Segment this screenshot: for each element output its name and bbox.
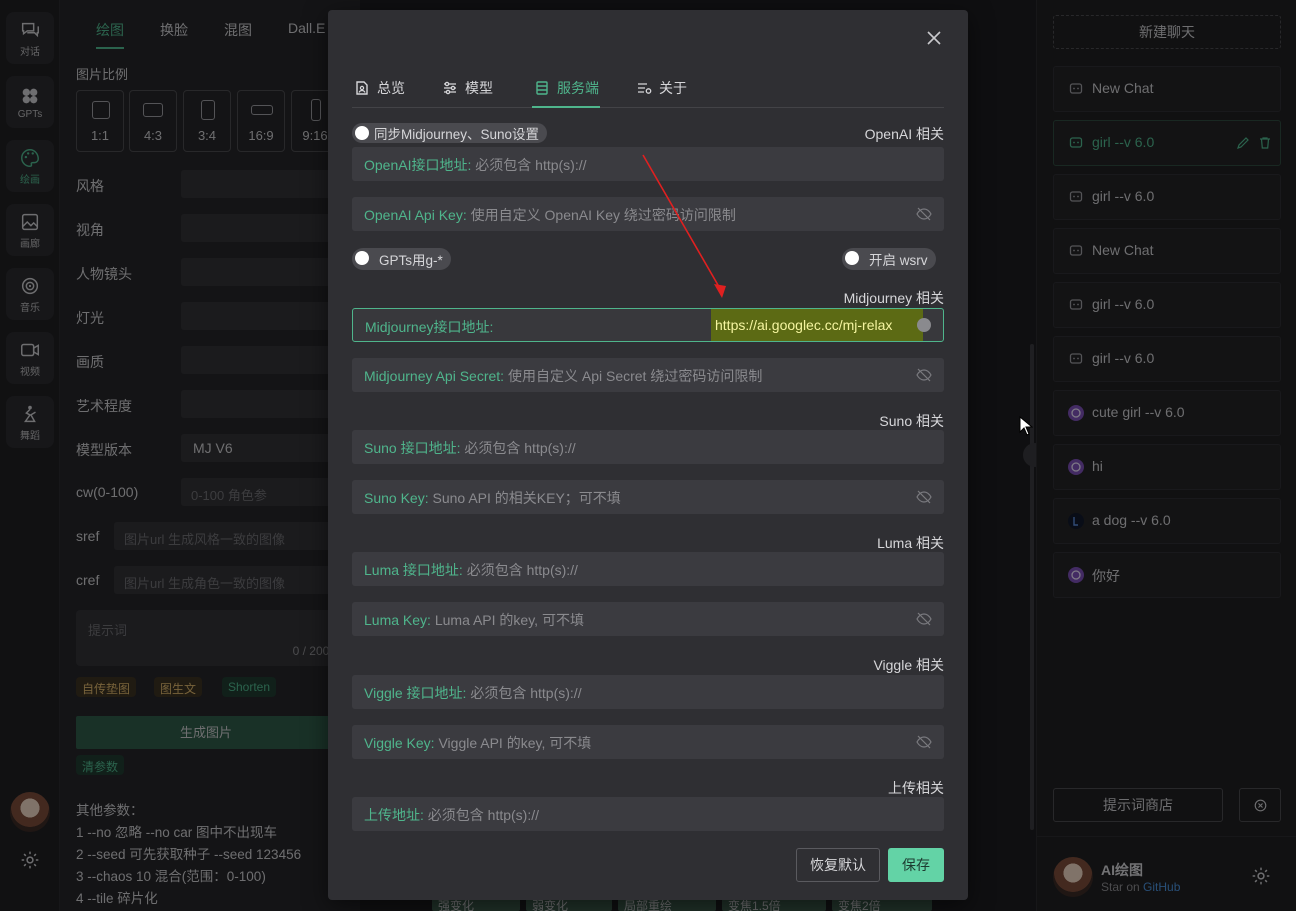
suno-url-field[interactable]: Suno 接口地址: 必须包含 http(s):// bbox=[352, 430, 944, 464]
luma-section-title: Luma 相关 bbox=[877, 535, 944, 551]
server-icon bbox=[536, 81, 548, 95]
settings-modal: 总览 模型 服务端 关于 同步Midjourney、Suno设置 OpenAI … bbox=[328, 10, 968, 900]
gpts-toggle[interactable]: GPTs用g-* bbox=[352, 248, 451, 270]
tab-about-label: 关于 bbox=[659, 80, 687, 96]
field-placeholder: 必须包含 http(s):// bbox=[466, 562, 578, 578]
midjourney-secret-field[interactable]: Midjourney Api Secret: 使用自定义 Api Secret … bbox=[352, 358, 944, 392]
overview-icon bbox=[356, 81, 368, 95]
field-label: OpenAI接口地址: 必须包含 http(s):// bbox=[364, 155, 587, 175]
field-label-text: Luma Key: bbox=[364, 612, 431, 628]
openai-section-title: OpenAI 相关 bbox=[864, 126, 944, 142]
field-placeholder: Suno API 的相关KEY；可不填 bbox=[432, 490, 621, 506]
viggle-section-title: Viggle 相关 bbox=[873, 657, 944, 673]
field-label-text: Suno 接口地址: bbox=[364, 440, 461, 456]
field-placeholder: Luma API 的key, 可不填 bbox=[434, 612, 584, 628]
field-label: OpenAI Api Key: 使用自定义 OpenAI Key 绕过密码访问限… bbox=[364, 205, 736, 225]
field-label: Luma Key: Luma API 的key, 可不填 bbox=[364, 610, 584, 630]
field-label-text: Viggle 接口地址: bbox=[364, 685, 467, 701]
field-label: Viggle 接口地址: 必须包含 http(s):// bbox=[364, 683, 582, 703]
field-label-text: Suno Key: bbox=[364, 490, 429, 506]
midjourney-url-field[interactable]: Midjourney接口地址: https://ai.googlec.cc/mj-… bbox=[352, 308, 944, 342]
eye-off-icon[interactable] bbox=[916, 368, 932, 382]
eye-off-icon[interactable] bbox=[916, 207, 932, 221]
field-label: Suno Key: Suno API 的相关KEY；可不填 bbox=[364, 488, 621, 508]
tab-server[interactable]: 服务端 bbox=[534, 78, 599, 98]
openai-key-field[interactable]: OpenAI Api Key: 使用自定义 OpenAI Key 绕过密码访问限… bbox=[352, 197, 944, 231]
tab-server-label: 服务端 bbox=[557, 80, 599, 96]
suno-section-title: Suno 相关 bbox=[879, 413, 944, 429]
field-placeholder: 必须包含 http(s):// bbox=[464, 440, 576, 456]
field-placeholder: 必须包含 http(s):// bbox=[470, 685, 582, 701]
sliders-icon bbox=[444, 81, 456, 95]
openai-url-field[interactable]: OpenAI接口地址: 必须包含 http(s):// bbox=[352, 147, 944, 181]
field-placeholder: 使用自定义 OpenAI Key 绕过密码访问限制 bbox=[470, 207, 736, 223]
tab-model-label: 模型 bbox=[465, 80, 493, 96]
field-placeholder: 使用自定义 Api Secret 绕过密码访问限制 bbox=[507, 368, 763, 384]
wsrv-toggle[interactable]: 开启 wsrv bbox=[842, 248, 936, 270]
save-button[interactable]: 保存 bbox=[888, 848, 944, 882]
field-label-text: Midjourney Api Secret: bbox=[364, 368, 505, 384]
field-label: Viggle Key: Viggle API 的key, 可不填 bbox=[364, 733, 591, 753]
mouse-cursor-icon bbox=[1019, 416, 1033, 436]
viggle-key-field[interactable]: Viggle Key: Viggle API 的key, 可不填 bbox=[352, 725, 944, 759]
field-placeholder: 必须包含 http(s):// bbox=[427, 807, 540, 823]
field-label-text: Viggle Key: bbox=[364, 735, 435, 751]
sync-toggle[interactable]: 同步Midjourney、Suno设置 bbox=[352, 123, 548, 143]
field-label-text: 上传地址: bbox=[364, 807, 424, 823]
tab-overview-label: 总览 bbox=[377, 80, 405, 96]
tab-overview[interactable]: 总览 bbox=[354, 78, 405, 98]
clear-icon[interactable] bbox=[917, 318, 931, 332]
eye-off-icon[interactable] bbox=[916, 490, 932, 504]
tab-model[interactable]: 模型 bbox=[442, 78, 493, 98]
field-label: Luma 接口地址: 必须包含 http(s):// bbox=[364, 560, 578, 580]
tab-about[interactable]: 关于 bbox=[636, 78, 687, 98]
eye-off-icon[interactable] bbox=[916, 735, 932, 749]
about-icon bbox=[638, 83, 652, 94]
eye-off-icon[interactable] bbox=[916, 612, 932, 626]
viggle-url-field[interactable]: Viggle 接口地址: 必须包含 http(s):// bbox=[352, 675, 944, 709]
reset-button[interactable]: 恢复默认 bbox=[796, 848, 880, 882]
field-placeholder: Viggle API 的key, 可不填 bbox=[438, 735, 592, 751]
field-label: Midjourney Api Secret: 使用自定义 Api Secret … bbox=[364, 366, 762, 386]
luma-url-field[interactable]: Luma 接口地址: 必须包含 http(s):// bbox=[352, 552, 944, 586]
upload-url-field[interactable]: 上传地址: 必须包含 http(s):// bbox=[352, 797, 944, 831]
settings-tabs: 总览 模型 服务端 关于 bbox=[352, 72, 944, 108]
field-label: 上传地址: 必须包含 http(s):// bbox=[364, 805, 539, 825]
close-icon[interactable] bbox=[926, 30, 942, 46]
field-label-text: Luma 接口地址: bbox=[364, 562, 463, 578]
upload-section-title: 上传相关 bbox=[888, 780, 944, 796]
suno-key-field[interactable]: Suno Key: Suno API 的相关KEY；可不填 bbox=[352, 480, 944, 514]
midjourney-url-value: https://ai.googlec.cc/mj-relax bbox=[711, 309, 923, 341]
midjourney-section-title: Midjourney 相关 bbox=[843, 290, 944, 306]
luma-key-field[interactable]: Luma Key: Luma API 的key, 可不填 bbox=[352, 602, 944, 636]
field-placeholder: 必须包含 http(s):// bbox=[475, 157, 587, 173]
tab-underline bbox=[532, 106, 600, 108]
field-label-text: OpenAI Api Key: bbox=[364, 207, 467, 223]
field-label: Suno 接口地址: 必须包含 http(s):// bbox=[364, 438, 576, 458]
field-label-text: OpenAI接口地址: bbox=[364, 157, 472, 173]
field-label: Midjourney接口地址: bbox=[365, 319, 494, 335]
